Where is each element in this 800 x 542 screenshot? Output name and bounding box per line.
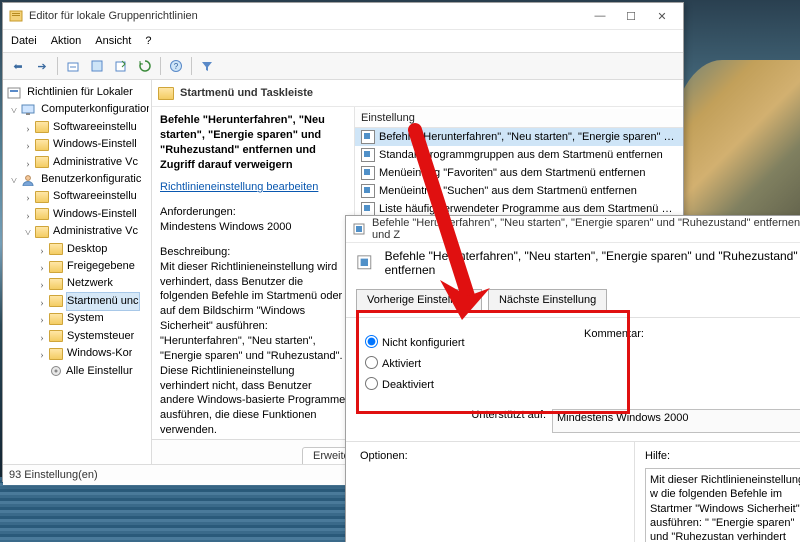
forward-button[interactable]: ➔ [33,57,51,75]
tree-startmenu[interactable]: ›Startmenü unc [49,293,149,310]
svg-text:?: ? [174,62,179,71]
dialog-title: Befehle "Herunterfahren", "Neu starten",… [372,217,800,241]
tree-item[interactable]: ›Desktop [49,241,149,258]
column-header[interactable]: Einstellung [355,109,683,128]
help-button[interactable]: ? [167,57,185,75]
folder-icon [49,330,63,342]
filter-button[interactable] [198,57,216,75]
folder-icon [35,139,49,151]
nav-tree[interactable]: Richtlinien für Lokaler Cc ˅ Computerkon… [3,80,152,464]
minimize-button[interactable]: — [585,6,615,26]
requirements-value: Mindestens Windows 2000 [160,220,346,235]
list-item[interactable]: Standardprogrammgruppen aus dem Startmen… [355,146,683,164]
dialog-titlebar[interactable]: Befehle "Herunterfahren", "Neu starten",… [346,216,800,243]
separator [191,57,192,75]
separator [57,57,58,75]
back-button[interactable]: ⬅ [9,57,27,75]
folder-icon [49,295,63,307]
supported-on-value: Mindestens Windows 2000 [552,409,800,433]
list-view-button[interactable] [88,57,106,75]
tree-item[interactable]: ›Windows-Einstell [35,136,149,153]
description-text: Mit dieser Richtlinieneinstellung wird v… [160,260,346,438]
list-item[interactable]: Menüeintrag "Suchen" aus dem Startmenü e… [355,182,683,200]
tree-item[interactable]: ›Windows-Einstell [35,206,149,223]
tree-item[interactable]: ›Netzwerk [49,275,149,292]
tree-item[interactable]: ›Softwareeinstellu [35,119,149,136]
titlebar[interactable]: Editor für lokale Gruppenrichtlinien — ☐… [3,3,683,30]
next-setting-button[interactable]: Nächste Einstellung [488,289,607,311]
tree-item[interactable]: ›Systemsteuer [49,328,149,345]
policy-icon [356,254,373,272]
computer-icon [21,104,35,116]
tree-item[interactable]: ›Softwareeinstellu [35,188,149,205]
tree-item[interactable]: ›Freigegebene [49,258,149,275]
menu-action[interactable]: Aktion [51,35,82,47]
separator [160,57,161,75]
up-button[interactable] [64,57,82,75]
prev-setting-button[interactable]: Vorherige Einstellung [356,289,482,311]
radio-enabled[interactable]: Aktiviert [360,353,560,370]
tree-user-config[interactable]: ˅ Benutzerkonfiguratic ›Softwareeinstell… [21,171,149,380]
policy-icon [361,148,375,162]
panel-heading: Startmenü und Taskleiste [152,80,683,107]
folder-icon [49,243,63,255]
dialog-policy-name: Befehle "Herunterfahren", "Neu starten",… [385,249,800,277]
requirements-label: Anforderungen: [160,205,346,220]
tree-item[interactable]: ˅Administrative Vc ›Desktop ›Freigegeben… [35,223,149,380]
settings-icon [49,365,63,377]
description-pane: Befehle "Herunterfahren", "Neu starten",… [152,107,354,439]
options-label: Optionen: [360,450,620,462]
folder-icon [49,313,63,325]
tree-item[interactable]: ›System [49,310,149,327]
policy-icon [361,130,375,144]
policy-icon [361,202,375,216]
folder-icon [35,226,49,238]
menubar: Datei Aktion Ansicht ? [3,30,683,53]
edit-policy-link[interactable]: Richtlinieneinstellung bearbeiten [160,181,318,193]
comment-label: Kommentar: [584,328,800,340]
folder-icon [35,121,49,133]
tree-root[interactable]: Richtlinien für Lokaler Cc ˅ Computerkon… [7,84,149,380]
help-text: Mit dieser Richtlinieneinstellung w die … [645,468,800,542]
policy-dialog: Befehle "Herunterfahren", "Neu starten",… [345,215,800,542]
help-label: Hilfe: [645,450,800,462]
menu-help[interactable]: ? [145,35,151,47]
folder-icon [49,348,63,360]
folder-icon [49,278,63,290]
maximize-button[interactable]: ☐ [616,6,646,26]
menu-view[interactable]: Ansicht [95,35,131,47]
radio-not-configured[interactable]: Nicht konfiguriert [360,332,560,349]
tree-item[interactable]: ›Windows-Kor [49,345,149,362]
window-title: Editor für lokale Gruppenrichtlinien [29,10,585,22]
policy-icon [352,222,366,236]
toolbar: ⬅ ➔ ? [3,53,683,80]
folder-icon [158,87,174,100]
description-label: Beschreibung: [160,245,346,260]
folder-icon [35,191,49,203]
tree-item[interactable]: ›Administrative Vc [35,154,149,171]
radio-disabled[interactable]: Deaktiviert [360,374,560,391]
app-icon [9,9,23,23]
supported-on-label: Unterstützt auf: [360,409,546,433]
tree-computer-config[interactable]: ˅ Computerkonfiguration ›Softwareeinstel… [21,101,149,171]
list-item[interactable]: Befehle "Herunterfahren", "Neu starten",… [355,128,683,146]
menu-file[interactable]: Datei [11,35,37,47]
close-button[interactable]: ✕ [647,6,677,26]
list-item[interactable]: Menüeintrag "Favoriten" aus dem Startmen… [355,164,683,182]
policy-icon [361,184,375,198]
folder-icon [35,208,49,220]
policy-root-icon [7,87,21,99]
state-radios: Nicht konfiguriert Aktiviert Deaktiviert [346,318,574,405]
folder-icon [49,261,63,273]
refresh-button[interactable] [136,57,154,75]
tree-item[interactable]: Alle Einstellur [49,363,149,380]
export-button[interactable] [112,57,130,75]
user-icon [21,174,35,186]
folder-icon [35,156,49,168]
policy-title: Befehle "Herunterfahren", "Neu starten",… [160,113,346,172]
policy-icon [361,166,375,180]
